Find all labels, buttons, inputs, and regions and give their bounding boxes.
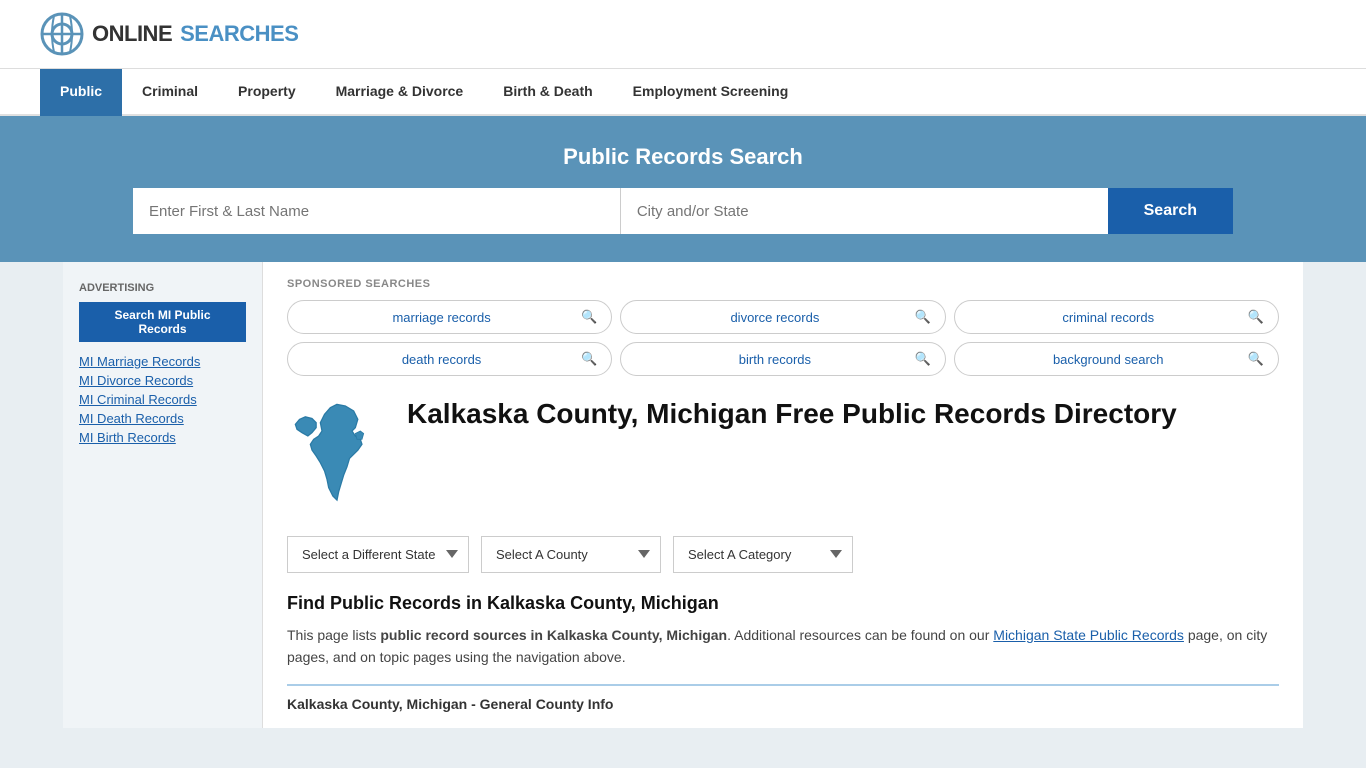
hero-section: Public Records Search Search (0, 116, 1366, 262)
sidebar-link-birth[interactable]: MI Birth Records (79, 430, 246, 445)
pill-background-search[interactable]: background search 🔍 (954, 342, 1279, 376)
search-button[interactable]: Search (1108, 188, 1233, 234)
michigan-map-svg (287, 396, 387, 513)
nav-item-property[interactable]: Property (218, 69, 316, 116)
main-container: Advertising Search MI Public Records MI … (63, 262, 1303, 728)
logo-icon (40, 12, 84, 56)
sidebar-ad-button[interactable]: Search MI Public Records (79, 302, 246, 342)
find-text-bold: public record sources in Kalkaska County… (380, 627, 727, 643)
search-icon-4: 🔍 (581, 351, 597, 367)
search-icon-3: 🔍 (1248, 309, 1264, 325)
state-map (287, 396, 387, 516)
pill-death-text: death records (302, 352, 581, 367)
sidebar: Advertising Search MI Public Records MI … (63, 262, 263, 728)
sidebar-links: MI Marriage Records MI Divorce Records M… (79, 354, 246, 445)
search-icon-1: 🔍 (581, 309, 597, 325)
find-records-title: Find Public Records in Kalkaska County, … (287, 593, 1279, 614)
nav-item-criminal[interactable]: Criminal (122, 69, 218, 116)
nav-item-public[interactable]: Public (40, 69, 122, 116)
page-title: Kalkaska County, Michigan Free Public Re… (407, 396, 1177, 431)
county-dropdown[interactable]: Select A County (481, 536, 661, 573)
search-icon-6: 🔍 (1248, 351, 1264, 367)
county-info-heading: Kalkaska County, Michigan - General Coun… (287, 684, 1279, 712)
nav-item-birth-death[interactable]: Birth & Death (483, 69, 612, 116)
logo-text-searches: SEARCHES (180, 21, 298, 47)
michigan-state-link[interactable]: Michigan State Public Records (993, 627, 1184, 643)
site-header: ONLINE SEARCHES (0, 0, 1366, 69)
search-icon-2: 🔍 (914, 309, 930, 325)
pill-background-text: background search (969, 352, 1248, 367)
dropdowns-row: Select a Different State Select A County… (287, 536, 1279, 573)
hero-title: Public Records Search (40, 144, 1326, 170)
main-nav: Public Criminal Property Marriage & Divo… (0, 69, 1366, 116)
logo-text-online: ONLINE (92, 21, 172, 47)
pill-birth-text: birth records (635, 352, 914, 367)
pill-death-records[interactable]: death records 🔍 (287, 342, 612, 376)
pill-divorce-records[interactable]: divorce records 🔍 (620, 300, 945, 334)
pill-divorce-text: divorce records (635, 310, 914, 325)
search-pills: marriage records 🔍 divorce records 🔍 cri… (287, 300, 1279, 376)
sidebar-link-death[interactable]: MI Death Records (79, 411, 246, 426)
pill-criminal-records[interactable]: criminal records 🔍 (954, 300, 1279, 334)
search-bar: Search (133, 188, 1233, 234)
pill-marriage-records[interactable]: marriage records 🔍 (287, 300, 612, 334)
find-text-1: This page lists (287, 627, 380, 643)
pill-criminal-text: criminal records (969, 310, 1248, 325)
find-records-text: This page lists public record sources in… (287, 624, 1279, 669)
sponsored-label: SPONSORED SEARCHES (287, 278, 1279, 290)
nav-item-marriage-divorce[interactable]: Marriage & Divorce (316, 69, 484, 116)
nav-item-employment[interactable]: Employment Screening (613, 69, 809, 116)
sidebar-ad-label: Advertising (79, 282, 246, 294)
page-heading-area: Kalkaska County, Michigan Free Public Re… (287, 396, 1279, 516)
sidebar-link-criminal[interactable]: MI Criminal Records (79, 392, 246, 407)
sidebar-link-divorce[interactable]: MI Divorce Records (79, 373, 246, 388)
pill-marriage-text: marriage records (302, 310, 581, 325)
content-area: SPONSORED SEARCHES marriage records 🔍 di… (263, 262, 1303, 728)
state-dropdown[interactable]: Select a Different State (287, 536, 469, 573)
category-dropdown[interactable]: Select A Category (673, 536, 853, 573)
location-input[interactable] (621, 188, 1108, 234)
search-icon-5: 🔍 (914, 351, 930, 367)
sidebar-link-marriage[interactable]: MI Marriage Records (79, 354, 246, 369)
logo[interactable]: ONLINE SEARCHES (40, 12, 298, 56)
find-text-2: . Additional resources can be found on o… (727, 627, 993, 643)
name-input[interactable] (133, 188, 621, 234)
pill-birth-records[interactable]: birth records 🔍 (620, 342, 945, 376)
